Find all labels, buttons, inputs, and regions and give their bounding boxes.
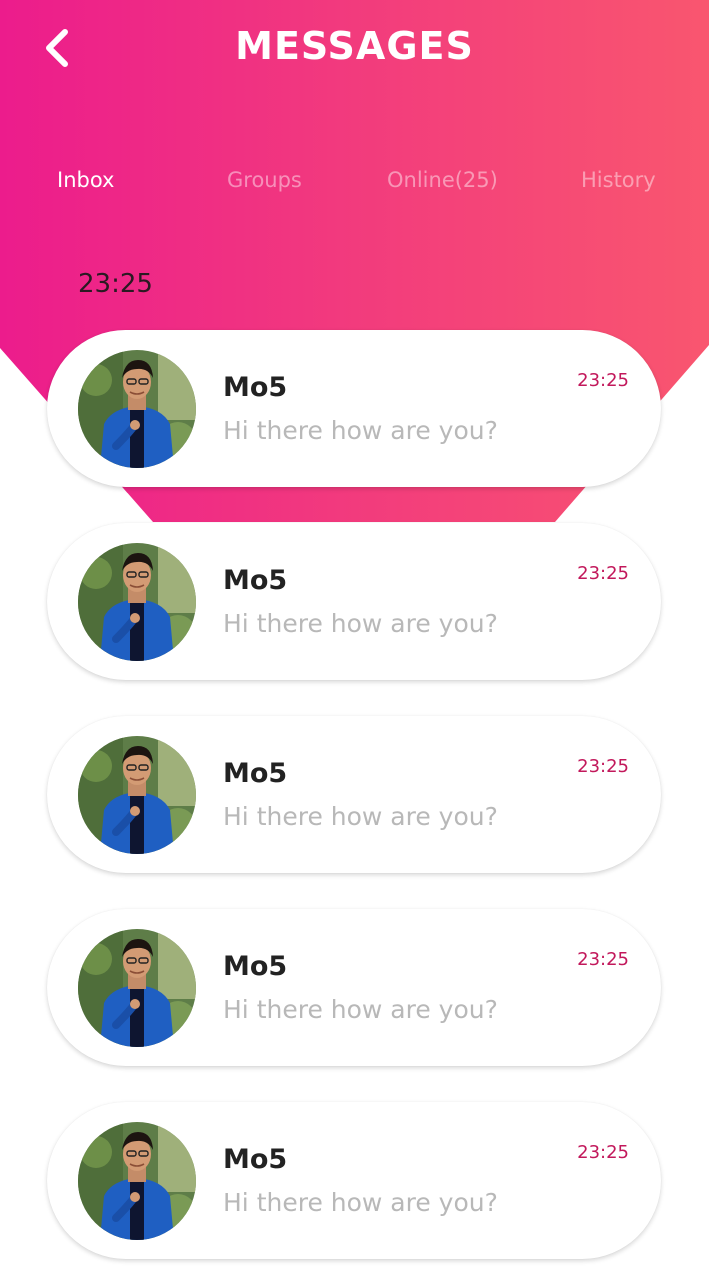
avatar <box>78 736 196 854</box>
section-time-label: 23:25 <box>78 269 153 299</box>
message-preview: Hi there how are you? <box>223 995 498 1024</box>
avatar <box>78 1122 196 1240</box>
message-preview: Hi there how are you? <box>223 1188 498 1217</box>
avatar <box>78 350 196 468</box>
tab-online[interactable]: Online(25) <box>387 168 498 192</box>
contact-name: Mo5 <box>223 951 288 982</box>
message-preview: Hi there how are you? <box>223 609 498 638</box>
avatar <box>78 929 196 1047</box>
message-time: 23:25 <box>577 949 629 970</box>
message-time: 23:25 <box>577 563 629 584</box>
message-preview: Hi there how are you? <box>223 802 498 831</box>
contact-name: Mo5 <box>223 1144 288 1175</box>
tab-history[interactable]: History <box>581 168 656 192</box>
tab-groups[interactable]: Groups <box>227 168 302 192</box>
message-card[interactable]: Mo5 Hi there how are you? 23:25 <box>47 523 661 680</box>
message-card[interactable]: Mo5 Hi there how are you? 23:25 <box>47 909 661 1066</box>
message-time: 23:25 <box>577 756 629 777</box>
message-time: 23:25 <box>577 370 629 391</box>
contact-name: Mo5 <box>223 565 288 596</box>
message-card[interactable]: Mo5 Hi there how are you? 23:25 <box>47 330 661 487</box>
message-card[interactable]: Mo5 Hi there how are you? 23:25 <box>47 716 661 873</box>
message-card[interactable]: Mo5 Hi there how are you? 23:25 <box>47 1102 661 1259</box>
contact-name: Mo5 <box>223 372 288 403</box>
avatar <box>78 543 196 661</box>
tab-bar: Inbox Groups Online(25) History <box>0 168 709 198</box>
message-time: 23:25 <box>577 1142 629 1163</box>
message-preview: Hi there how are you? <box>223 416 498 445</box>
tab-inbox[interactable]: Inbox <box>57 168 114 192</box>
page-title: MESSAGES <box>235 24 474 68</box>
contact-name: Mo5 <box>223 758 288 789</box>
